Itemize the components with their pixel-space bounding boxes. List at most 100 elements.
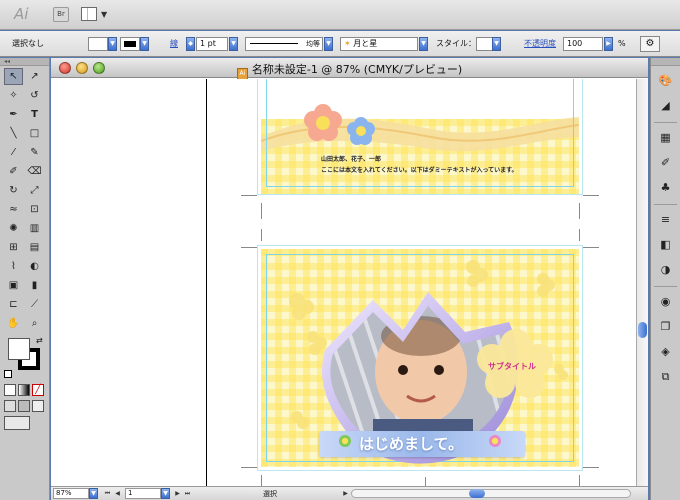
horizontal-scroll-thumb[interactable]	[469, 489, 485, 498]
brush-dropdown[interactable]: ▼	[419, 37, 428, 51]
control-bar: 選択なし ▼ ▼ 線 ◆ 1 pt ▼ 均等 ▼ ✶ 月と星 ▼ スタイル： ▼…	[0, 31, 680, 57]
zoom-dropdown[interactable]: ▼	[89, 488, 98, 499]
stroke-profile-dropdown[interactable]: ▼	[324, 37, 333, 51]
banner-title: はじめまして。	[359, 435, 464, 453]
artboard-dropdown[interactable]: ▼	[161, 488, 170, 499]
style-dropdown[interactable]: ▼	[492, 37, 501, 51]
gradient-tool-icon[interactable]: ▤	[25, 239, 44, 256]
scale-tool-icon[interactable]: ⤢	[25, 182, 44, 199]
gradient-mode-icon[interactable]	[18, 384, 30, 396]
magic-wand-tool-icon[interactable]: ✧	[4, 87, 23, 104]
color-mode-icon[interactable]	[4, 384, 16, 396]
draw-behind-icon[interactable]	[18, 400, 30, 412]
eraser-tool-icon[interactable]: ⌫	[25, 163, 44, 180]
title-banner[interactable]: はじめまして。	[319, 431, 525, 457]
stroke-line-icon	[250, 43, 298, 44]
crop-mark	[241, 247, 257, 248]
opacity-label-link[interactable]: 不透明度	[524, 37, 556, 51]
next-artboard-button[interactable]: ▶	[173, 488, 182, 499]
live-paint-tool-icon[interactable]: ▣	[4, 277, 23, 294]
screen-mode-icon[interactable]	[4, 416, 30, 430]
blend-tool-icon[interactable]: ◐	[25, 258, 44, 275]
stroke-dropdown[interactable]: ▼	[140, 37, 149, 51]
lasso-tool-icon[interactable]: ↺	[25, 87, 44, 104]
artboard-number-field[interactable]: 1	[125, 488, 161, 499]
blob-brush-tool-icon[interactable]: ✐	[4, 163, 23, 180]
canvas-area[interactable]: 山田太郎、花子、一郎 ここには本文を入れてください。以下はダミーテキストが入って…	[51, 79, 636, 486]
page-1-trim-guide	[257, 79, 583, 195]
rotate-tool-icon[interactable]: ↻	[4, 182, 23, 199]
crop-mark	[241, 467, 257, 468]
color-panel-icon[interactable]: 🎨	[655, 71, 677, 91]
panel-menu-icon[interactable]: ⚙	[640, 36, 660, 52]
layers-panel-icon[interactable]: ◈	[655, 342, 677, 362]
last-artboard-button[interactable]: ⏭	[183, 488, 192, 499]
stroke-weight-field[interactable]: 1 pt	[196, 37, 228, 51]
previous-artboard-button[interactable]: ◀	[113, 488, 122, 499]
transparency-panel-icon[interactable]: ◑	[655, 260, 677, 280]
none-mode-icon[interactable]: ╱	[32, 384, 44, 396]
fill-color-swatch[interactable]	[8, 338, 30, 360]
line-tool-icon[interactable]: ╲	[4, 125, 23, 142]
vertical-scrollbar[interactable]	[636, 79, 648, 486]
tools-panel-grip[interactable]: ◂◂	[0, 58, 49, 66]
draw-inside-icon[interactable]	[32, 400, 44, 412]
fill-swatch[interactable]	[88, 37, 108, 51]
eyedropper-tool-icon[interactable]: ⌇	[4, 258, 23, 275]
swatches-panel-icon[interactable]: ▦	[655, 128, 677, 148]
graph-tool-icon[interactable]: ▮	[25, 277, 44, 294]
hand-tool-icon[interactable]: ✋	[4, 315, 23, 332]
rectangle-tool-icon[interactable]: □	[25, 125, 44, 142]
style-label: スタイル：	[436, 39, 476, 48]
paintbrush-tool-icon[interactable]: ⁄	[4, 144, 23, 161]
fill-dropdown[interactable]: ▼	[108, 37, 117, 51]
slice-tool-icon[interactable]: ⟋	[25, 296, 44, 313]
arrange-dropdown-icon[interactable]: ▼	[101, 10, 107, 19]
free-transform-tool-icon[interactable]: ⊡	[25, 201, 44, 218]
appearance-panel-icon[interactable]: ◉	[655, 292, 677, 312]
artboard-left-edge	[206, 79, 207, 486]
selection-tool-icon[interactable]: ↖	[4, 68, 23, 85]
stroke-weight-dropdown[interactable]: ▼	[229, 37, 238, 51]
gradient-panel-icon[interactable]: ◧	[655, 235, 677, 255]
cover-subtitle[interactable]: サブタイトル	[488, 361, 536, 372]
pen-tool-icon[interactable]: ✒	[4, 106, 23, 123]
pencil-tool-icon[interactable]: ✎	[25, 144, 44, 161]
type-tool-icon[interactable]: T	[25, 106, 44, 123]
opacity-field[interactable]: 100	[563, 37, 603, 51]
warp-tool-icon[interactable]: ≈	[4, 201, 23, 218]
first-artboard-button[interactable]: ⏮	[103, 488, 112, 499]
bridge-button[interactable]: Br	[53, 7, 69, 22]
zoom-tool-icon[interactable]: ⌕	[25, 315, 44, 332]
swap-fill-stroke-icon[interactable]: ⇄	[36, 336, 43, 345]
direct-selection-tool-icon[interactable]: ↗	[25, 68, 44, 85]
vertical-scroll-thumb[interactable]	[638, 322, 647, 338]
graphic-styles-panel-icon[interactable]: ❐	[655, 317, 677, 337]
symbol-sprayer-tool-icon[interactable]: ✺	[4, 220, 23, 237]
brush-field[interactable]: ✶ 月と星	[340, 37, 418, 51]
brushes-panel-icon[interactable]: ✐	[655, 153, 677, 173]
color-guide-panel-icon[interactable]: ◢	[655, 96, 677, 116]
draw-normal-icon[interactable]	[4, 400, 16, 412]
arrange-documents-icon[interactable]	[81, 7, 97, 21]
artboard-tool-icon[interactable]: ⊏	[4, 296, 23, 313]
pasteboard[interactable]	[51, 79, 206, 486]
panel-dock-grip[interactable]	[651, 58, 680, 66]
document-title-bar[interactable]: Ai 名称未設定-1 @ 87% (CMYK/プレビュー)	[51, 58, 648, 80]
column-graph-tool-icon[interactable]: ▥	[25, 220, 44, 237]
horizontal-scrollbar[interactable]	[351, 489, 631, 498]
mesh-tool-icon[interactable]: ⊞	[4, 239, 23, 256]
banner-right-flower-icon	[489, 435, 501, 447]
zoom-level-field[interactable]: 87%	[53, 488, 89, 499]
opacity-slider-button[interactable]: ▶	[604, 37, 613, 51]
stroke-swatch[interactable]	[120, 37, 140, 51]
stroke-weight-stepper[interactable]: ◆	[186, 37, 195, 51]
symbols-panel-icon[interactable]: ♣	[655, 178, 677, 198]
default-colors-icon[interactable]	[4, 370, 12, 378]
artboards-panel-icon[interactable]: ⧉	[655, 367, 677, 387]
status-menu-button[interactable]: ▶	[341, 488, 350, 499]
stroke-label-link[interactable]: 線	[170, 37, 178, 51]
dock-separator	[654, 286, 677, 287]
stroke-profile-field[interactable]: 均等	[245, 37, 323, 51]
stroke-panel-icon[interactable]: ≡	[655, 210, 677, 230]
